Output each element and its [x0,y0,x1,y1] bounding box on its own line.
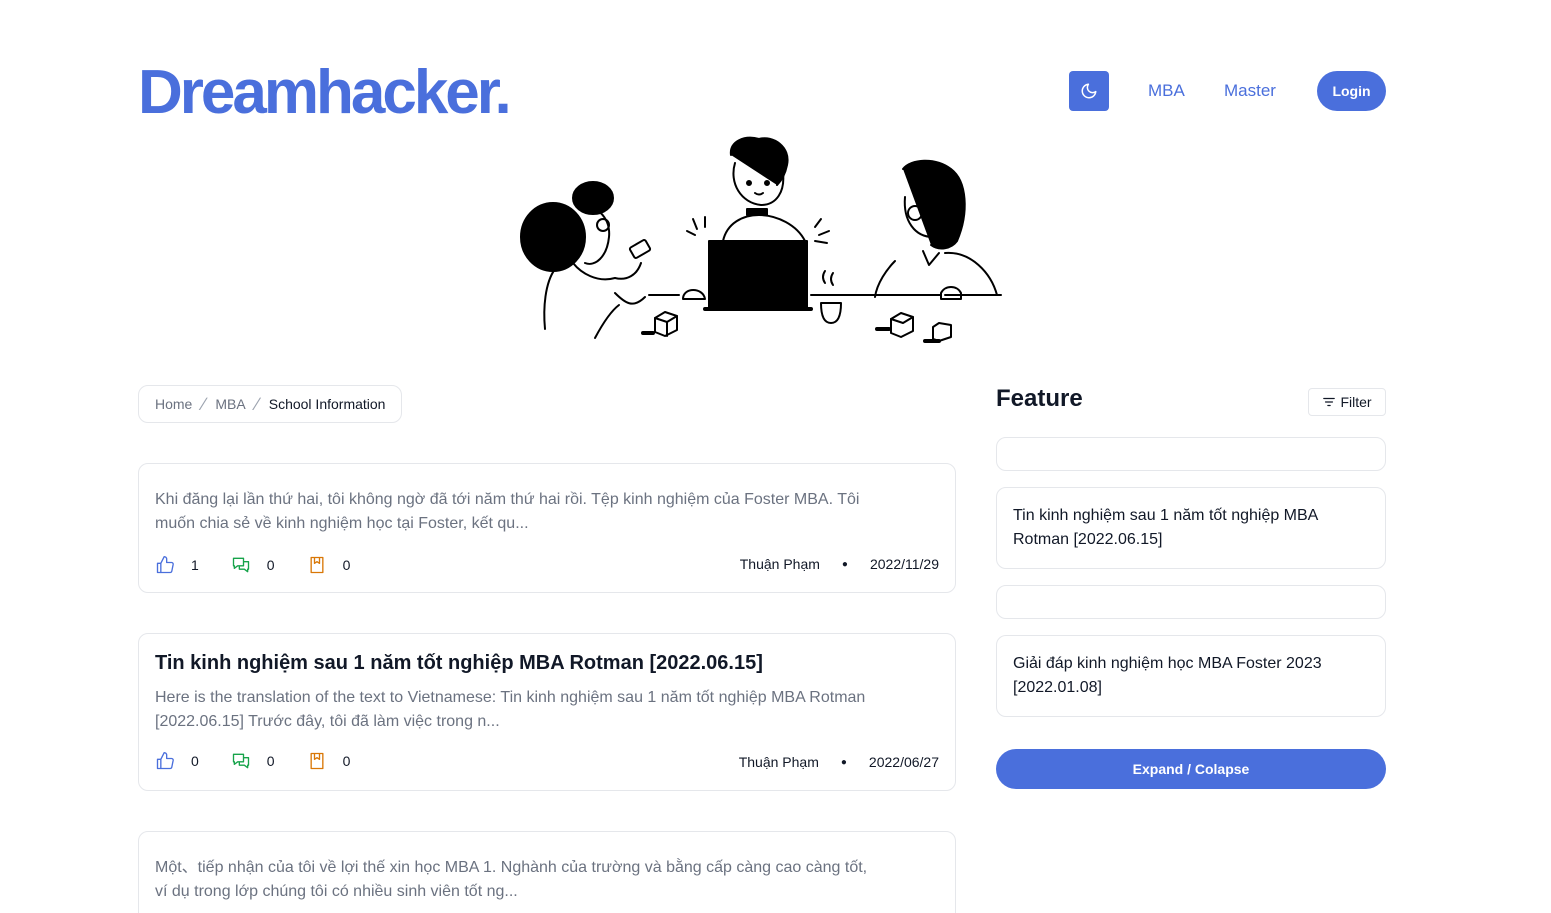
post-author: Thuận Phạm [738,754,819,770]
like-count: 0 [191,753,199,769]
post-excerpt: Một、tiếp nhận của tôi về lợi thế xin học… [155,859,868,900]
meta-separator: ● [840,756,847,768]
feature-heading: Feature [996,385,1083,412]
expand-collapse-button[interactable]: Expand / Colapse [996,749,1386,789]
like-count: 1 [191,557,199,573]
breadcrumb-home[interactable]: Home [155,396,192,412]
post-card[interactable]: Một、tiếp nhận của tôi về lợi thế xin học… [138,831,956,913]
feature-item[interactable]: Tin kinh nghiệm sau 1 năm tốt nghiệp MBA… [996,487,1386,569]
post-stats: 0 0 0 [155,751,382,771]
nav-link-mba[interactable]: MBA [1148,81,1185,101]
post-author: Thuận Phạm [739,556,820,572]
breadcrumb: Home ∕ MBA ∕ School Information [138,385,403,423]
thumbs-up-icon [156,556,174,574]
like-stat[interactable]: 0 [155,751,199,771]
comments-icon [232,753,249,769]
bookmark-stat[interactable]: 0 [307,555,351,575]
post-excerpt: Here is the translation of the text to V… [155,689,866,730]
theme-toggle-button[interactable] [1069,71,1109,111]
post-date: 2022/11/29 [869,556,939,572]
bookmark-count: 0 [342,557,351,573]
comments-icon [232,557,249,573]
thumbs-up-icon [156,752,174,770]
nav-link-master[interactable]: Master [1224,81,1276,101]
feature-item-title: Giải đáp kinh nghiệm học MBA Foster 2023… [1013,655,1322,696]
comment-count: 0 [266,557,275,573]
breadcrumb-separator: ∕ [202,393,206,414]
filter-label: Filter [1340,394,1372,410]
bookmark-icon [310,752,324,770]
post-date: 2022/06/27 [868,754,939,770]
feature-item-title: Tin kinh nghiệm sau 1 năm tốt nghiệp MBA… [1013,507,1318,548]
breadcrumb-mba[interactable]: MBA [215,396,245,412]
like-stat[interactable]: 1 [155,555,199,575]
site-logo[interactable]: Dreamhacker. [138,58,512,128]
breadcrumb-current: School Information [268,396,386,412]
comment-count: 0 [266,753,275,769]
comment-stat[interactable]: 0 [231,555,275,575]
filter-button[interactable]: Filter [1308,388,1386,416]
feature-item-empty[interactable] [996,437,1386,471]
bookmark-icon [310,556,324,574]
bookmark-stat[interactable]: 0 [307,751,351,771]
breadcrumb-separator: ∕ [255,393,259,414]
meta-separator: ● [841,558,848,570]
post-meta: Thuận Phạm ● 2022/06/27 [739,754,939,770]
bookmark-count: 0 [342,753,351,769]
post-stats: 1 0 0 [155,555,382,575]
filter-icon [1323,397,1336,407]
feature-item[interactable]: Giải đáp kinh nghiệm học MBA Foster 2023… [996,635,1386,717]
post-meta: Thuận Phạm ● 2022/11/29 [740,556,939,572]
post-card[interactable]: Khi đăng lại lần thứ hai, tôi không ngờ … [138,463,956,593]
comment-stat[interactable]: 0 [231,751,275,771]
hero-illustration [520,136,1002,343]
post-excerpt: Khi đăng lại lần thứ hai, tôi không ngờ … [155,491,860,532]
moon-icon [1081,83,1097,99]
login-button[interactable]: Login [1317,71,1386,111]
post-title[interactable]: Tin kinh nghiệm sau 1 năm tốt nghiệp MBA… [155,652,763,675]
feature-item-empty[interactable] [996,585,1386,619]
post-card[interactable]: Tin kinh nghiệm sau 1 năm tốt nghiệp MBA… [138,633,956,791]
